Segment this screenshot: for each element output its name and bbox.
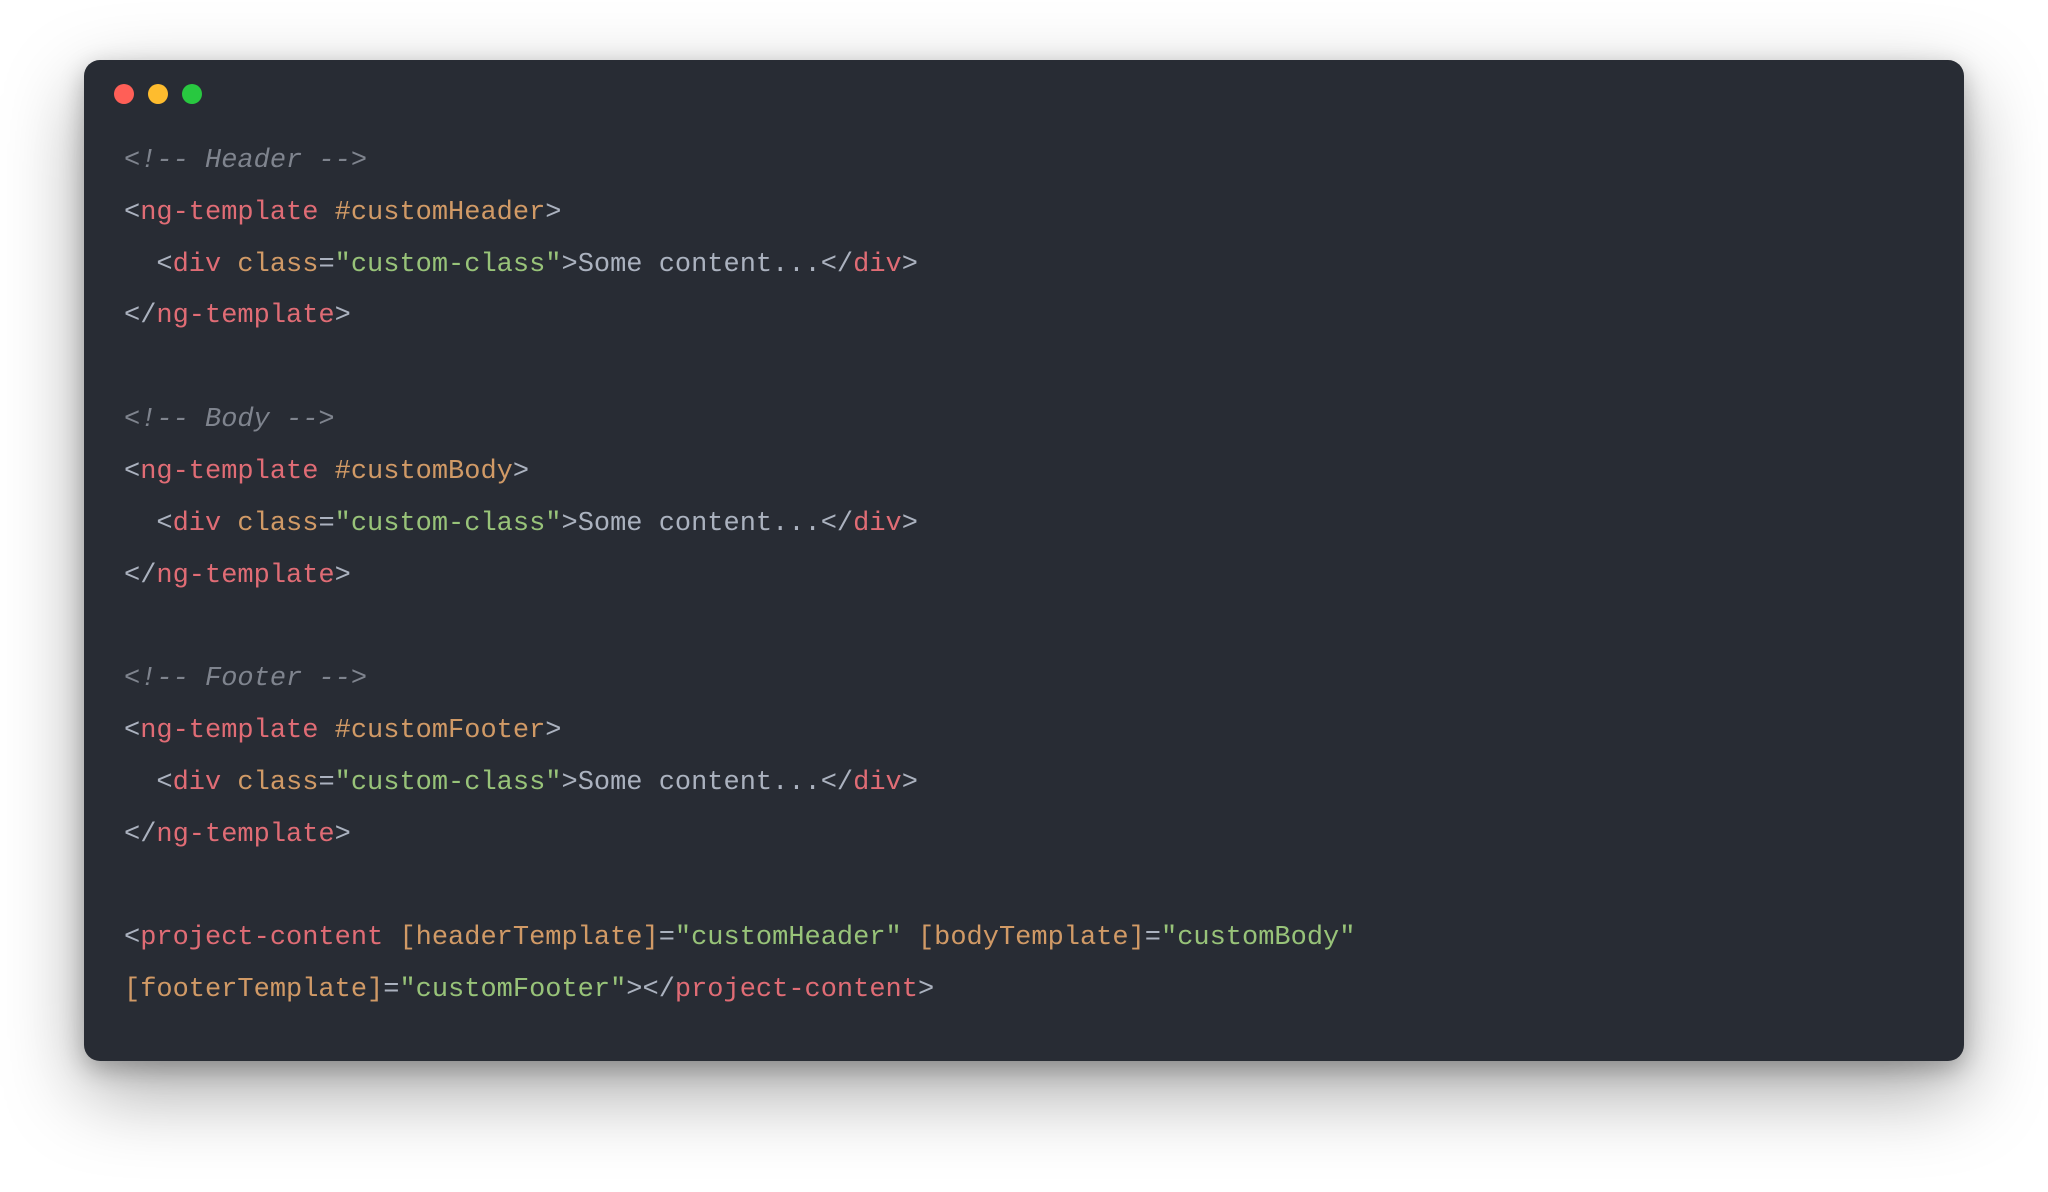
code-line	[124, 862, 1924, 914]
code-line: <div class="custom-class">Some content..…	[124, 240, 1924, 292]
code-line: <div class="custom-class">Some content..…	[124, 499, 1924, 551]
code-line: <ng-template #customHeader>	[124, 188, 1924, 240]
code-line: <ng-template #customFooter>	[124, 706, 1924, 758]
comment-body: <!-- Body -->	[124, 405, 335, 435]
code-area[interactable]: <!-- Header --> <ng-template #customHeade…	[84, 112, 1964, 1061]
code-line: </ng-template>	[124, 291, 1924, 343]
comment-footer: <!-- Footer -->	[124, 664, 367, 694]
code-line: <div class="custom-class">Some content..…	[124, 758, 1924, 810]
comment-header: <!-- Header -->	[124, 146, 367, 176]
code-line: <ng-template #customBody>	[124, 447, 1924, 499]
code-line: <!-- Header -->	[124, 136, 1924, 188]
code-line: </ng-template>	[124, 810, 1924, 862]
traffic-light-close-icon[interactable]	[114, 84, 134, 104]
code-window: <!-- Header --> <ng-template #customHeade…	[84, 60, 1964, 1061]
code-line: </ng-template>	[124, 551, 1924, 603]
window-titlebar	[84, 60, 1964, 112]
code-line: <!-- Footer -->	[124, 654, 1924, 706]
code-line	[124, 343, 1924, 395]
code-line: <project-content [headerTemplate]="custo…	[124, 913, 1924, 965]
traffic-light-minimize-icon[interactable]	[148, 84, 168, 104]
traffic-light-zoom-icon[interactable]	[182, 84, 202, 104]
code-line: [footerTemplate]="customFooter"></projec…	[124, 965, 1924, 1017]
code-line	[124, 602, 1924, 654]
code-line: <!-- Body -->	[124, 395, 1924, 447]
